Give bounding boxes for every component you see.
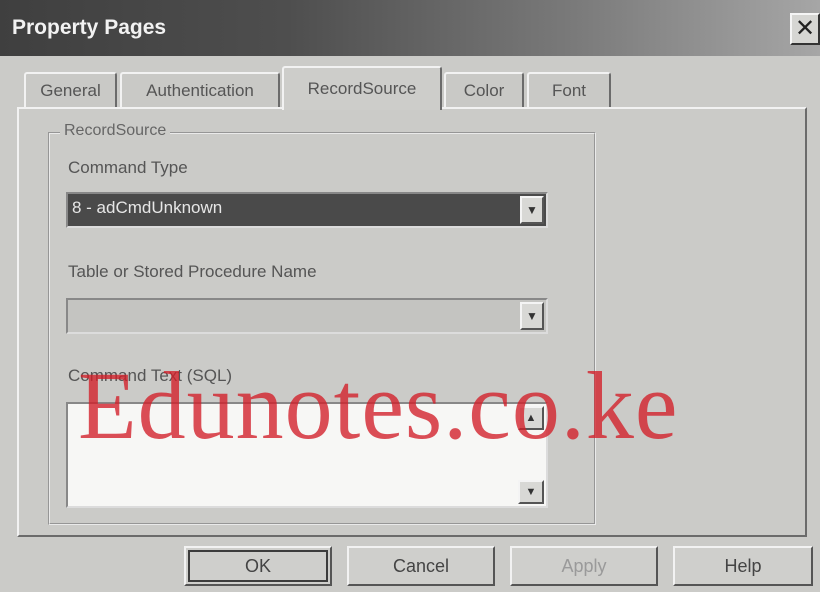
tab-recordsource[interactable]: RecordSource <box>282 66 442 110</box>
scroll-down-button[interactable]: ▼ <box>518 480 544 504</box>
command-type-value: 8 - adCmdUnknown <box>72 198 223 217</box>
tab-label: RecordSource <box>307 79 417 98</box>
tab-label: Authentication <box>146 81 254 100</box>
tab-color[interactable]: Color <box>444 72 524 108</box>
tab-general[interactable]: General <box>24 72 117 108</box>
ok-button[interactable]: OK <box>184 546 332 586</box>
table-name-label: Table or Stored Procedure Name <box>68 262 317 281</box>
close-icon: ✕ <box>794 15 816 42</box>
command-text-area[interactable]: ▲ ▼ <box>66 402 548 508</box>
command-text-label: Command Text (SQL) <box>68 366 233 385</box>
button-label: Cancel <box>392 555 450 576</box>
chevron-up-icon: ▲ <box>525 412 537 424</box>
apply-button[interactable]: Apply <box>510 546 658 586</box>
group-title: RecordSource <box>60 122 171 140</box>
tab-label: Color <box>463 81 505 100</box>
button-label: OK <box>244 555 271 576</box>
chevron-down-icon: ▼ <box>526 203 538 217</box>
button-label: Apply <box>561 555 607 576</box>
tab-font[interactable]: Font <box>527 72 611 108</box>
command-type-select[interactable]: 8 - adCmdUnknown ▼ <box>66 192 548 228</box>
dropdown-button[interactable]: ▼ <box>520 196 544 224</box>
title-bar: Property Pages ✕ <box>0 0 820 56</box>
help-button[interactable]: Help <box>673 546 813 586</box>
cancel-button[interactable]: Cancel <box>347 546 495 586</box>
close-button[interactable]: ✕ <box>790 13 820 45</box>
button-label: Help <box>724 555 762 576</box>
window-title: Property Pages <box>12 16 167 39</box>
dropdown-button[interactable]: ▼ <box>520 302 544 330</box>
tab-label: Font <box>551 81 587 100</box>
chevron-down-icon: ▼ <box>525 486 537 498</box>
tab-authentication[interactable]: Authentication <box>120 72 280 108</box>
table-name-select[interactable]: ▼ <box>66 298 548 334</box>
command-type-label: Command Type <box>68 158 188 177</box>
scroll-up-button[interactable]: ▲ <box>518 406 544 430</box>
chevron-down-icon: ▼ <box>526 309 538 323</box>
tab-label: General <box>40 81 101 100</box>
